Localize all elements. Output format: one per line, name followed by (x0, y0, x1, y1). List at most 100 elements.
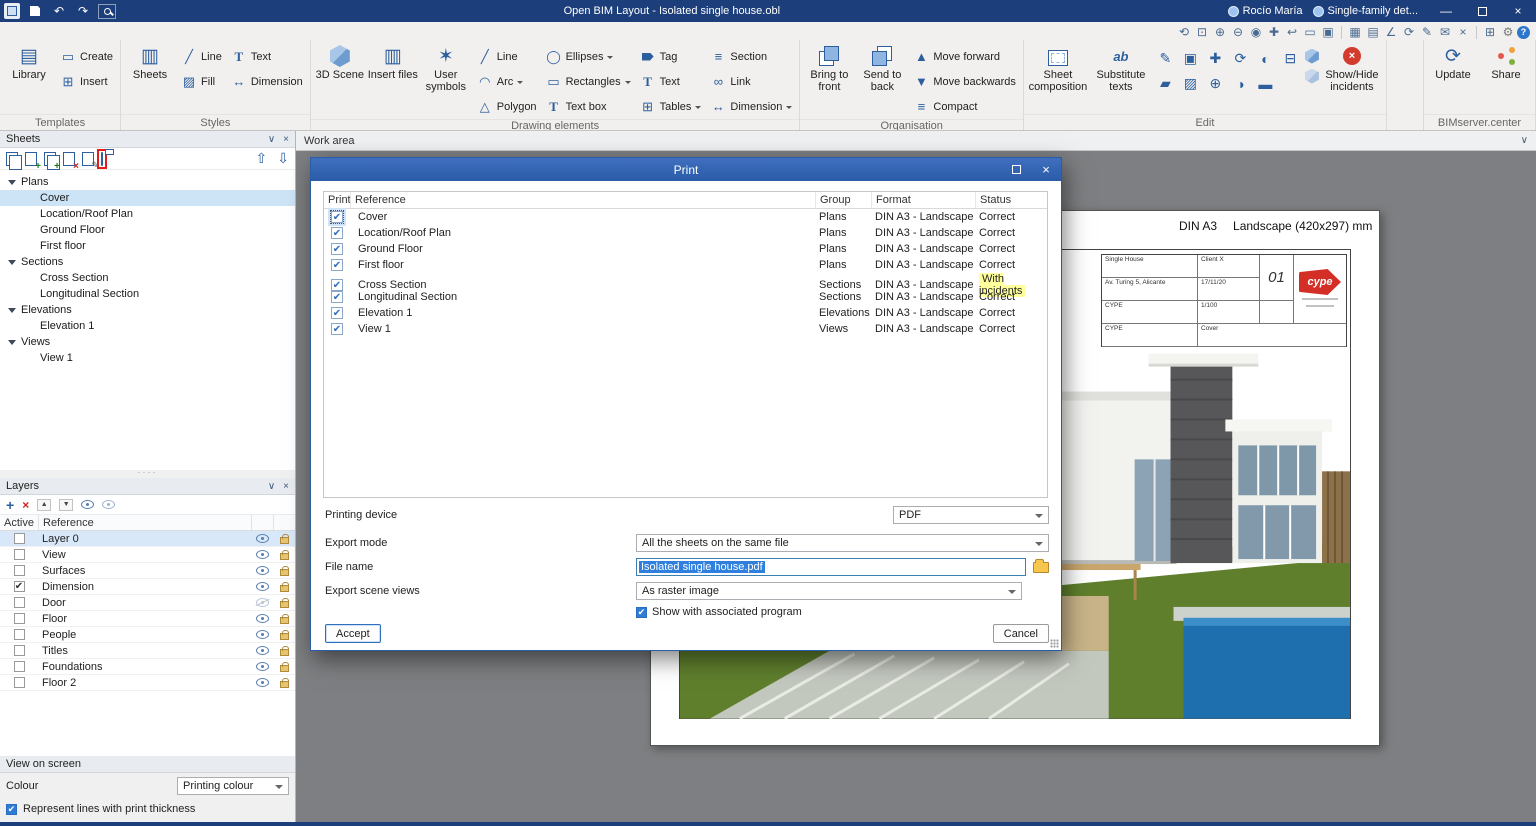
layer-active-checkbox[interactable] (13, 629, 25, 640)
browse-folder-button[interactable] (1033, 558, 1049, 573)
layer-row[interactable]: Titles (0, 643, 295, 659)
view-3d-cube-icon[interactable] (1304, 48, 1320, 64)
layer-visibility-icon[interactable] (255, 662, 269, 671)
zoom-window-icon[interactable]: ⊡ (1193, 24, 1211, 40)
print-sheets-button[interactable] (101, 151, 103, 166)
layer-lock-icon[interactable] (279, 581, 289, 592)
accept-button[interactable]: Accept (325, 624, 381, 643)
user-symbols-button[interactable]: ✶ User symbols (420, 42, 472, 93)
close-tool-icon[interactable]: × (1454, 24, 1472, 40)
delete-layer-button[interactable]: × (22, 498, 29, 512)
layer-lock-icon[interactable] (279, 565, 289, 576)
orbit-icon[interactable]: ⟳ (1400, 24, 1418, 40)
print-table-row[interactable]: Elevation 1 Elevations DIN A3 - Landscap… (324, 305, 1047, 321)
print-preview-icon[interactable]: ▤ (1364, 24, 1382, 40)
layer-row[interactable]: Floor (0, 611, 295, 627)
layer-active-checkbox[interactable] (13, 677, 25, 688)
print-row-checkbox[interactable] (330, 210, 344, 224)
library-button[interactable]: ▤ Library (3, 42, 55, 82)
move-icon[interactable]: ✚ (1203, 46, 1228, 71)
tree-item-views[interactable]: Views (0, 334, 295, 350)
close-panel-icon[interactable]: × (283, 134, 289, 145)
layer-row[interactable]: Door (0, 595, 295, 611)
copy-sheet-button[interactable] (6, 151, 22, 170)
invert-visibility-button[interactable] (102, 500, 116, 509)
previous-view-icon[interactable]: ↩ (1283, 24, 1301, 40)
print-thickness-checkbox[interactable] (6, 803, 17, 815)
section-button[interactable]: ≡ Section (706, 44, 796, 69)
layer-visibility-icon[interactable] (255, 598, 269, 607)
dialog-close-button[interactable]: × (1031, 158, 1061, 181)
rotate-icon[interactable]: ⟳ (1228, 46, 1253, 71)
print-table-row[interactable]: Cover Plans DIN A3 - Landscape Correct (324, 209, 1047, 225)
layer-lock-icon[interactable] (279, 661, 289, 672)
ellipses-button[interactable]: ◯ Ellipses (542, 44, 635, 69)
rectangles-button[interactable]: ▭ Rectangles (542, 69, 635, 94)
layer-active-checkbox[interactable] (13, 581, 25, 592)
create-button[interactable]: ▭ Create (56, 44, 117, 69)
print-row-checkbox[interactable] (331, 259, 343, 271)
layer-lock-icon[interactable] (279, 597, 289, 608)
line-button[interactable]: ╱ Line (473, 44, 541, 69)
move-backwards-button[interactable]: ▼ Move backwards (909, 69, 1020, 94)
collapse-panel-icon[interactable]: ∨ (268, 134, 275, 145)
tag-button[interactable]: Tag (636, 44, 706, 69)
sheets-button[interactable]: ▥ Sheets (124, 42, 176, 82)
share-button[interactable]: Share (1480, 42, 1532, 82)
compact-button[interactable]: ≡ Compact (909, 94, 1020, 119)
tree-item-elevations[interactable]: Elevations (0, 302, 295, 318)
redraw-icon[interactable]: ⟲ (1175, 24, 1193, 40)
tree-item-elevation-1[interactable]: Elevation 1 (0, 318, 295, 334)
print-row-checkbox[interactable] (331, 323, 343, 335)
tree-item-ground-floor[interactable]: Ground Floor (0, 222, 295, 238)
print-table-row[interactable]: Cross Section Sections DIN A3 - Landscap… (324, 273, 1047, 297)
frame-view-icon[interactable]: ▭ (1301, 24, 1319, 40)
move-sheet-down-button[interactable]: ⇩ (277, 150, 289, 167)
export-mode-select[interactable]: All the sheets on the same file (636, 534, 1049, 552)
show-hide-incidents-button[interactable]: × Show/Hide incidents (1321, 42, 1383, 93)
tree-item-longitudinal-section[interactable]: Longitudinal Section (0, 286, 295, 302)
3d-scene-button[interactable]: 3D Scene (314, 42, 366, 82)
measure-icon[interactable]: ∠ (1382, 24, 1400, 40)
search-button[interactable] (98, 3, 116, 19)
print-table-row[interactable]: First floor Plans DIN A3 - Landscape Cor… (324, 257, 1047, 273)
comment-icon[interactable]: ✉ (1436, 24, 1454, 40)
mirror-icon[interactable]: ◐ (1253, 46, 1278, 71)
layer-visibility-icon[interactable] (255, 646, 269, 655)
layer-active-checkbox[interactable] (13, 533, 25, 544)
layer-lock-icon[interactable] (279, 629, 289, 640)
show-all-layers-button[interactable] (81, 500, 95, 509)
layer-row[interactable]: Foundations (0, 659, 295, 675)
dialog-maximize-button[interactable] (1001, 158, 1031, 181)
line-style-button[interactable]: ╱ Line (177, 44, 226, 69)
tree-item-location-roof-plan[interactable]: Location/Roof Plan (0, 206, 295, 222)
tree-item-first-floor[interactable]: First floor (0, 238, 295, 254)
bring-to-front-button[interactable]: Bring to front (803, 42, 855, 93)
edit-template-button[interactable] (82, 151, 99, 171)
eraser-icon[interactable]: ▰ (1153, 71, 1178, 96)
link-button[interactable]: ∞ Link (706, 69, 796, 94)
file-name-input[interactable]: Isolated single house.pdf (636, 558, 1026, 576)
help-icon[interactable]: ? (1517, 25, 1530, 39)
work-area-collapse-icon[interactable]: ∨ (1521, 135, 1528, 146)
layer-row[interactable]: Surfaces (0, 563, 295, 579)
layer-active-checkbox[interactable] (13, 613, 25, 624)
move-sheet-up-button[interactable]: ⇧ (256, 150, 268, 167)
zoom-in-icon[interactable]: ⊕ (1211, 24, 1229, 40)
layer-lock-icon[interactable] (279, 613, 289, 624)
redo-button[interactable]: ↷ (74, 3, 92, 19)
polygon-button[interactable]: △ Polygon (473, 94, 541, 119)
print-row-checkbox[interactable] (331, 291, 343, 303)
duplicate-sheet-button[interactable] (44, 151, 60, 172)
settings-gear-icon[interactable]: ⚙ (1500, 25, 1516, 39)
grid-icon[interactable]: ▦ (1346, 24, 1364, 40)
layer-row[interactable]: Dimension (0, 579, 295, 595)
minimize-button[interactable]: — (1428, 0, 1464, 22)
zoom-all-icon[interactable]: ◉ (1247, 24, 1265, 40)
move-forward-button[interactable]: ▲ Move forward (909, 44, 1020, 69)
print-small-icon[interactable]: ⊟ (1278, 46, 1303, 71)
export-scene-views-select[interactable]: As raster image (636, 582, 1022, 600)
zoom-out-icon[interactable]: ⊖ (1229, 24, 1247, 40)
layer-row[interactable]: Layer 0 (0, 531, 295, 547)
layer-visibility-icon[interactable] (255, 582, 269, 591)
